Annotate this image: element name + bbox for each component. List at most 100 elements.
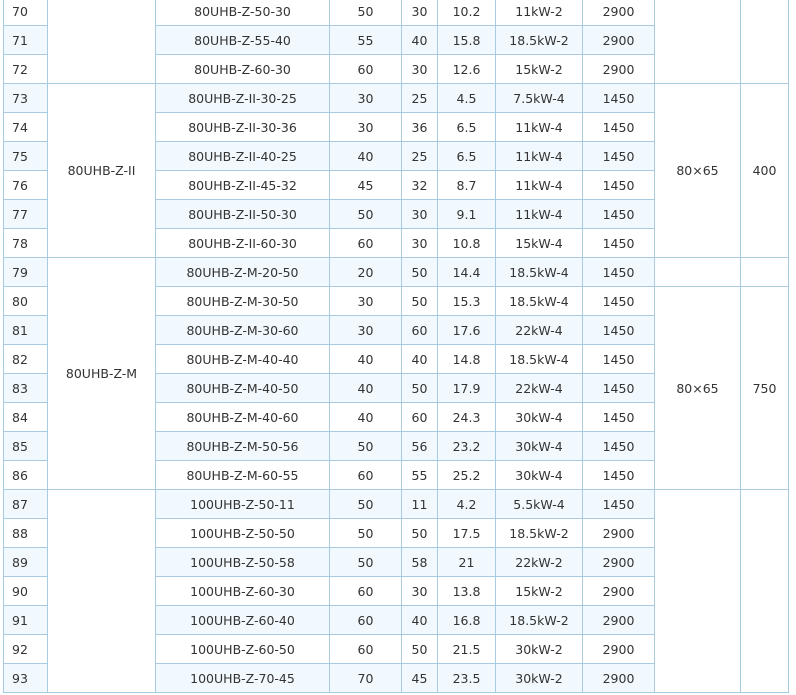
head-cell: 60 [401, 315, 438, 345]
npsh-cell: 14.8 [437, 344, 496, 374]
power-cell: 11kW-4 [495, 112, 583, 142]
power-cell: 30kW-4 [495, 431, 583, 461]
speed-cell: 2900 [582, 518, 655, 548]
weight-cell: 400 [740, 83, 789, 258]
head-cell: 32 [401, 170, 438, 200]
table-body: 70 80UHB-Z-50-30 50 30 10.2 11kW-2 2900 71 80UHB… [3, 0, 789, 693]
speed-cell: 1450 [582, 315, 655, 345]
flow-cell: 30 [329, 83, 402, 113]
flow-cell: 60 [329, 634, 402, 664]
npsh-cell: 24.3 [437, 402, 496, 432]
flow-cell: 60 [329, 54, 402, 84]
npsh-cell: 14.4 [437, 257, 496, 287]
row-number-cell: 81 [3, 315, 48, 345]
model-cell: 100UHB-Z-50-11 [155, 489, 330, 519]
flow-cell: 30 [329, 315, 402, 345]
flow-cell: 40 [329, 373, 402, 403]
npsh-cell: 13.8 [437, 576, 496, 606]
row-number-cell: 70 [3, 0, 48, 26]
speed-cell: 1450 [582, 431, 655, 461]
flow-cell: 50 [329, 489, 402, 519]
power-cell: 18.5kW-4 [495, 344, 583, 374]
power-cell: 22kW-2 [495, 547, 583, 577]
row-number-cell: 91 [3, 605, 48, 635]
head-cell: 60 [401, 402, 438, 432]
flow-cell: 60 [329, 576, 402, 606]
npsh-cell: 23.2 [437, 431, 496, 461]
flow-cell: 30 [329, 286, 402, 316]
port-size-cell: 80×65 [654, 83, 741, 258]
row-number-cell: 92 [3, 634, 48, 664]
head-cell: 30 [401, 228, 438, 258]
flow-cell: 45 [329, 170, 402, 200]
npsh-cell: 6.5 [437, 112, 496, 142]
row-number-cell: 76 [3, 170, 48, 200]
series-group-cell [47, 0, 156, 84]
model-cell: 80UHB-Z-II-45-32 [155, 170, 330, 200]
power-cell: 18.5kW-4 [495, 286, 583, 316]
speed-cell: 1450 [582, 228, 655, 258]
model-cell: 80UHB-Z-M-30-50 [155, 286, 330, 316]
flow-cell: 20 [329, 257, 402, 287]
npsh-cell: 16.8 [437, 605, 496, 635]
row-number-cell: 88 [3, 518, 48, 548]
npsh-cell: 17.9 [437, 373, 496, 403]
row-number-cell: 83 [3, 373, 48, 403]
head-cell: 11 [401, 489, 438, 519]
model-cell: 100UHB-Z-60-30 [155, 576, 330, 606]
npsh-cell: 6.5 [437, 141, 496, 171]
speed-cell: 1450 [582, 489, 655, 519]
speed-cell: 2900 [582, 0, 655, 26]
model-cell: 80UHB-Z-M-40-60 [155, 402, 330, 432]
head-cell: 30 [401, 199, 438, 229]
speed-cell: 2900 [582, 605, 655, 635]
speed-cell: 1450 [582, 199, 655, 229]
model-cell: 80UHB-Z-M-50-56 [155, 431, 330, 461]
power-cell: 18.5kW-2 [495, 605, 583, 635]
weight-cell [740, 489, 789, 693]
head-cell: 56 [401, 431, 438, 461]
power-cell: 18.5kW-2 [495, 518, 583, 548]
speed-cell: 2900 [582, 54, 655, 84]
model-cell: 80UHB-Z-II-60-30 [155, 228, 330, 258]
power-cell: 7.5kW-4 [495, 83, 583, 113]
weight-cell: 750 [740, 286, 789, 490]
head-cell: 25 [401, 141, 438, 171]
power-cell: 30kW-2 [495, 663, 583, 693]
power-cell: 5.5kW-4 [495, 489, 583, 519]
power-cell: 15kW-2 [495, 576, 583, 606]
flow-cell: 40 [329, 141, 402, 171]
row-number-cell: 89 [3, 547, 48, 577]
row-number-cell: 77 [3, 199, 48, 229]
series-group-cell [47, 489, 156, 693]
npsh-cell: 23.5 [437, 663, 496, 693]
model-cell: 100UHB-Z-60-40 [155, 605, 330, 635]
table-row: 73 80UHB-Z-II 80UHB-Z-II-30-25 30 25 4.5 7.5kW… [3, 83, 789, 258]
speed-cell: 1450 [582, 257, 655, 287]
power-cell: 11kW-4 [495, 199, 583, 229]
head-cell: 58 [401, 547, 438, 577]
model-cell: 80UHB-Z-II-30-25 [155, 83, 330, 113]
head-cell: 50 [401, 257, 438, 287]
weight-cell [740, 0, 789, 84]
flow-cell: 60 [329, 605, 402, 635]
power-cell: 30kW-2 [495, 634, 583, 664]
model-cell: 80UHB-Z-II-30-36 [155, 112, 330, 142]
row-number-cell: 71 [3, 25, 48, 55]
head-cell: 40 [401, 344, 438, 374]
head-cell: 45 [401, 663, 438, 693]
power-cell: 30kW-4 [495, 402, 583, 432]
row-number-cell: 72 [3, 54, 48, 84]
model-cell: 80UHB-Z-50-30 [155, 0, 330, 26]
speed-cell: 1450 [582, 286, 655, 316]
speed-cell: 1450 [582, 373, 655, 403]
npsh-cell: 4.2 [437, 489, 496, 519]
model-cell: 80UHB-Z-II-40-25 [155, 141, 330, 171]
model-cell: 100UHB-Z-60-50 [155, 634, 330, 664]
head-cell: 50 [401, 634, 438, 664]
flow-cell: 30 [329, 112, 402, 142]
row-number-cell: 74 [3, 112, 48, 142]
speed-cell: 2900 [582, 576, 655, 606]
model-cell: 80UHB-Z-M-40-40 [155, 344, 330, 374]
speed-cell: 1450 [582, 170, 655, 200]
